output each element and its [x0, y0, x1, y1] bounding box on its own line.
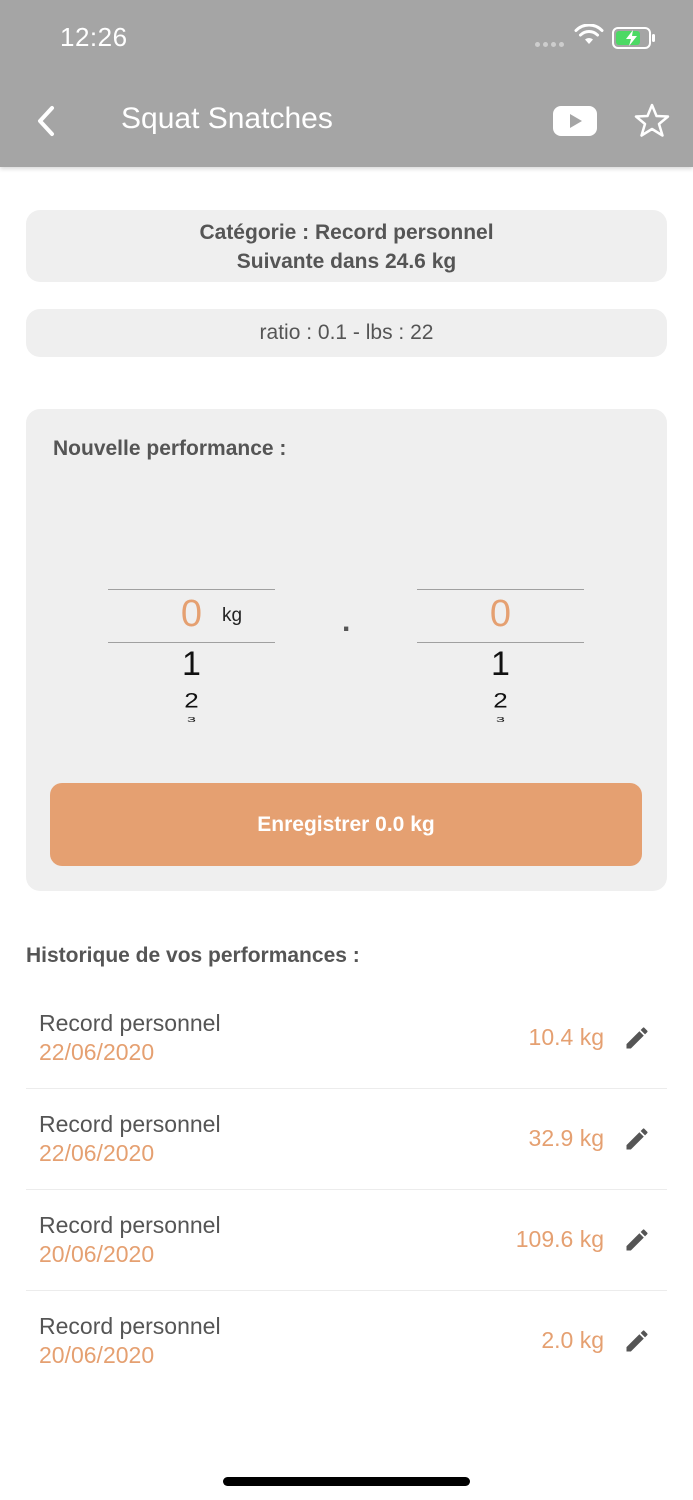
history-item-value: 10.4 kg [528, 1024, 604, 1050]
favorite-star-button[interactable] [633, 102, 671, 140]
history-item-label: Record personnel [39, 1313, 221, 1339]
history-item-date: 20/06/2020 [39, 1342, 155, 1368]
back-button[interactable] [30, 100, 66, 144]
edit-pencil-icon[interactable] [623, 1024, 651, 1052]
battery-charging-icon [612, 27, 655, 49]
status-time: 12:26 [60, 22, 128, 52]
history-item-label: Record personnel [39, 1212, 221, 1238]
picker-option[interactable]: 1 [108, 645, 275, 684]
new-performance-card: Nouvelle performance : 0 kg 1 2 3 . 0 1 … [26, 409, 667, 891]
home-indicator[interactable] [223, 1477, 470, 1486]
ratio-card: ratio : 0.1 - lbs : 22 [26, 309, 667, 357]
picker-selected-value: 0 [180, 593, 203, 635]
history-item-date: 20/06/2020 [39, 1241, 155, 1267]
picker-bottom-line [108, 642, 275, 643]
decimal-separator: . [342, 605, 351, 638]
history-item[interactable]: Record personnel 22/06/2020 10.4 kg [26, 988, 667, 1089]
category-label: Catégorie : Record personnel [199, 221, 494, 244]
nav-bar: 12:26 Squat Snatches [0, 0, 693, 167]
cellular-signal-icon [535, 42, 564, 47]
edit-pencil-icon[interactable] [623, 1226, 651, 1254]
picker-option[interactable]: 3 [108, 716, 275, 724]
history-item[interactable]: Record personnel 22/06/2020 32.9 kg [26, 1089, 667, 1190]
picker-option[interactable]: 2 [417, 688, 584, 713]
picker-unit-label: kg [222, 605, 243, 626]
history-item-label: Record personnel [39, 1010, 221, 1036]
picker-option[interactable]: 1 [417, 645, 584, 684]
page-title: Squat Snatches [121, 102, 333, 135]
edit-pencil-icon[interactable] [623, 1327, 651, 1355]
history-item-label: Record personnel [39, 1111, 221, 1137]
next-level-label: Suivante dans 24.6 kg [236, 250, 457, 273]
history-item-value: 109.6 kg [515, 1226, 604, 1252]
edit-pencil-icon[interactable] [623, 1125, 651, 1153]
youtube-button[interactable] [552, 104, 598, 138]
picker-top-line [108, 589, 275, 590]
history-item[interactable]: Record personnel 20/06/2020 2.0 kg [26, 1291, 667, 1391]
new-performance-title: Nouvelle performance : [53, 437, 287, 460]
save-performance-button[interactable]: Enregistrer 0.0 kg [50, 783, 642, 866]
picker-selected-value: 0 [489, 593, 512, 635]
picker-option[interactable]: 3 [417, 716, 584, 724]
history-list: Record personnel 22/06/2020 10.4 kg Reco… [26, 988, 667, 1391]
category-card: Catégorie : Record personnel Suivante da… [26, 210, 667, 282]
wifi-icon [574, 24, 604, 44]
history-item-value: 32.9 kg [528, 1125, 604, 1151]
picker-top-line [417, 589, 584, 590]
history-title: Historique de vos performances : [26, 944, 360, 967]
history-item[interactable]: Record personnel 20/06/2020 109.6 kg [26, 1190, 667, 1291]
picker-option[interactable]: 2 [108, 688, 275, 713]
history-item-value: 2.0 kg [541, 1327, 604, 1353]
picker-bottom-line [417, 642, 584, 643]
history-item-date: 22/06/2020 [39, 1140, 155, 1166]
history-item-date: 22/06/2020 [39, 1039, 155, 1065]
